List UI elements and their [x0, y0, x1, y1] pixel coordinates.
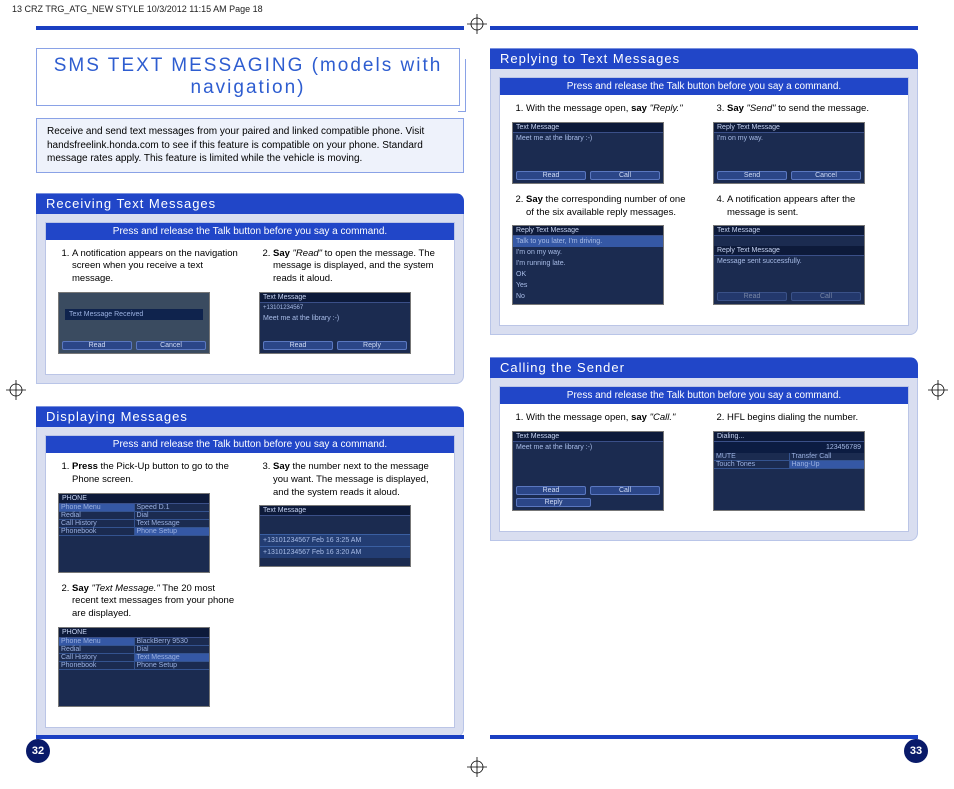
- nav-screenshot: Text Message +13101234567 Feb 16 3:25 AM…: [259, 505, 411, 567]
- tip-bar: Press and release the Talk button before…: [46, 436, 454, 453]
- step: Say "Text Message." The 20 most recent t…: [72, 583, 241, 621]
- step: HFL begins dialing the number.: [727, 412, 896, 425]
- page-title: SMS TEXT MESSAGING (models with navigati…: [45, 55, 451, 99]
- top-rule: [36, 26, 464, 30]
- section-head-displaying: Displaying Messages: [36, 406, 464, 427]
- nav-screenshot: Text Message Meet me at the library :-) …: [512, 431, 664, 511]
- nav-screenshot: Text Message Reply Text Message Message …: [713, 225, 865, 305]
- step: A notification appears after the message…: [727, 194, 896, 220]
- intro-text: Receive and send text messages from your…: [36, 118, 464, 173]
- nav-screenshot: Text Message Received Read Cancel: [58, 292, 210, 354]
- tip-bar: Press and release the Talk button before…: [500, 78, 908, 95]
- page-title-box: SMS TEXT MESSAGING (models with navigati…: [36, 48, 460, 106]
- section-displaying: Displaying Messages Press and release th…: [36, 406, 464, 737]
- step: Say the number next to the message you w…: [273, 461, 442, 499]
- section-head-receiving: Receiving Text Messages: [36, 193, 464, 214]
- section-replying: Replying to Text Messages Press and rele…: [490, 48, 918, 335]
- nav-screenshot: Dialing... 123456789 MUTETransfer Call T…: [713, 431, 865, 511]
- page-right: Replying to Text Messages Press and rele…: [490, 26, 918, 759]
- nav-screenshot: PHONE Phone MenuSpeed D.1 RedialDial Cal…: [58, 493, 210, 573]
- top-rule: [490, 26, 918, 30]
- tip-bar: Press and release the Talk button before…: [500, 387, 908, 404]
- step: A notification appears on the navigation…: [72, 248, 241, 286]
- tip-bar: Press and release the Talk button before…: [46, 223, 454, 240]
- step: Press the Pick-Up button to go to the Ph…: [72, 461, 241, 487]
- page-left: SMS TEXT MESSAGING (models with navigati…: [36, 26, 464, 759]
- step: Say "Read" to open the message. The mess…: [273, 248, 442, 286]
- step: With the message open, say "Call.": [526, 412, 695, 425]
- nav-screenshot: Reply Text Message Talk to you later, I'…: [512, 225, 664, 305]
- section-calling: Calling the Sender Press and release the…: [490, 357, 918, 541]
- nav-screenshot: Reply Text Message I'm on my way. Send C…: [713, 122, 865, 184]
- page-number-right: 33: [904, 739, 928, 763]
- nav-screenshot: Text Message +13101234567 Meet me at the…: [259, 292, 411, 354]
- bottom-rule: [490, 735, 918, 739]
- step: Say "Send" to send the message.: [727, 103, 896, 116]
- bottom-rule: [36, 735, 464, 739]
- section-receiving: Receiving Text Messages Press and releas…: [36, 193, 464, 384]
- section-head-calling: Calling the Sender: [490, 357, 918, 378]
- nav-screenshot: PHONE Phone MenuBlackBerry 9530 RedialDi…: [58, 627, 210, 707]
- step: Say the corresponding number of one of t…: [526, 194, 695, 220]
- nav-screenshot: Text Message Meet me at the library :-) …: [512, 122, 664, 184]
- section-head-replying: Replying to Text Messages: [490, 48, 918, 69]
- step: With the message open, say "Reply.": [526, 103, 695, 116]
- page-number-left: 32: [26, 739, 50, 763]
